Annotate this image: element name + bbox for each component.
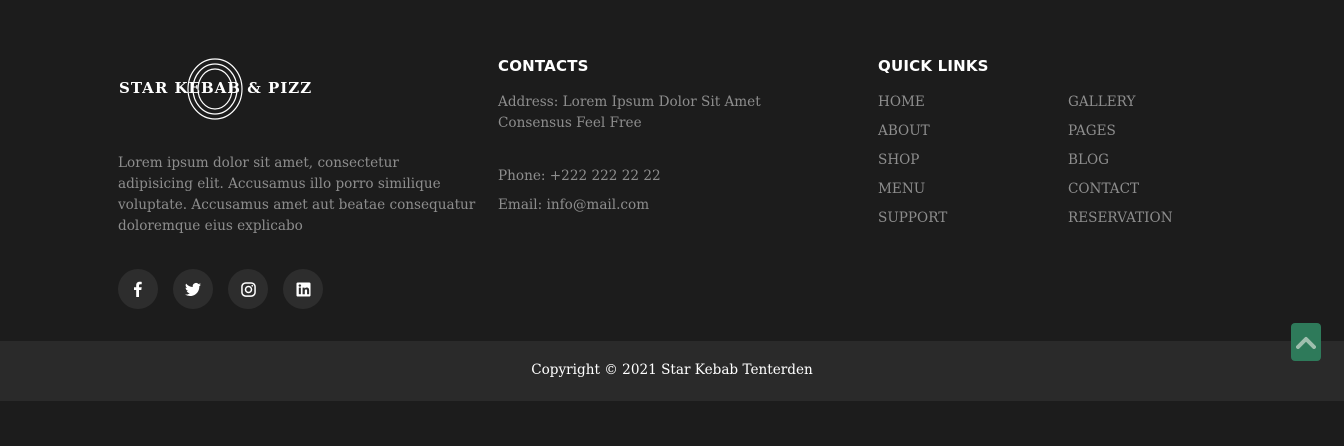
contact-address: Address: Lorem Ipsum Dolor Sit Amet Cons…	[498, 94, 761, 131]
contact-email[interactable]: Email: info@mail.com	[498, 195, 798, 216]
facebook-button[interactable]	[118, 269, 158, 309]
linkedin-icon	[295, 281, 311, 297]
copyright-text: Copyright © 2021 Star Kebab Tenterden	[531, 362, 813, 378]
link-pages[interactable]: PAGES	[1068, 121, 1173, 150]
link-reservation[interactable]: RESERVATION	[1068, 208, 1173, 237]
brand-logo[interactable]: STAR KEBAB & PIZZ	[118, 56, 311, 122]
logo-text: STAR KEBAB & PIZZ	[119, 79, 313, 97]
linkedin-button[interactable]	[283, 269, 323, 309]
link-gallery[interactable]: GALLERY	[1068, 92, 1173, 121]
quick-links-column-a: HOME ABOUT SHOP MENU SUPPORT	[878, 92, 947, 237]
twitter-button[interactable]	[173, 269, 213, 309]
link-blog[interactable]: BLOG	[1068, 150, 1173, 179]
contacts-heading: CONTACTS	[498, 57, 589, 75]
chevron-up-icon	[1296, 337, 1316, 349]
about-text: Lorem ipsum dolor sit amet, consectetur …	[118, 155, 476, 234]
link-menu[interactable]: MENU	[878, 179, 947, 208]
instagram-button[interactable]	[228, 269, 268, 309]
facebook-icon	[134, 281, 142, 297]
quick-links-heading: QUICK LINKS	[878, 57, 989, 75]
link-support[interactable]: SUPPORT	[878, 208, 947, 237]
link-home[interactable]: HOME	[878, 92, 947, 121]
page-bottom-area	[0, 401, 1344, 446]
instagram-icon	[240, 281, 256, 297]
social-links	[118, 269, 323, 309]
back-to-top-button[interactable]	[1291, 323, 1321, 361]
link-contact[interactable]: CONTACT	[1068, 179, 1173, 208]
link-shop[interactable]: SHOP	[878, 150, 947, 179]
twitter-icon	[185, 282, 201, 296]
quick-links-column-b: GALLERY PAGES BLOG CONTACT RESERVATION	[1068, 92, 1173, 237]
link-about[interactable]: ABOUT	[878, 121, 947, 150]
contact-phone[interactable]: Phone: +222 222 22 22	[498, 166, 798, 187]
